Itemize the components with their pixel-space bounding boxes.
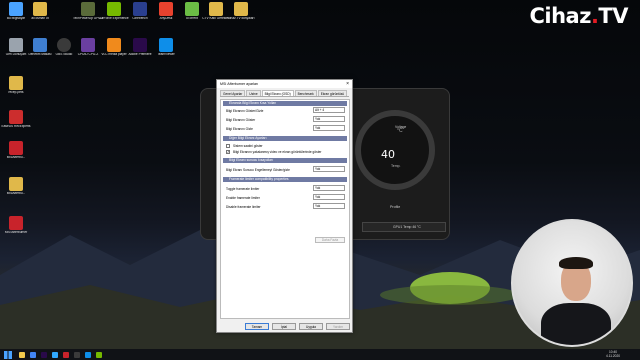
close-icon[interactable]: × <box>346 80 349 88</box>
dialog-buttons: Tamam İptal Uygula Yardım <box>245 323 353 330</box>
obs-icon[interactable] <box>73 351 80 358</box>
easeus-icon <box>9 110 23 124</box>
folder-icon <box>209 2 223 16</box>
temperature-gauge: °C 40 Temp. <box>355 110 435 190</box>
desktop-icon-teamviewer[interactable]: TeamViewer <box>151 38 181 66</box>
cihaz-tv-logo: Cihaz.TV <box>529 4 628 28</box>
section-other-osd: Diğer Bilgi Ekranı Ayarları <box>223 136 347 141</box>
dialog-titlebar[interactable]: MSI Afterburner ayarları × <box>217 80 352 88</box>
folder-icon <box>9 76 23 90</box>
presenter-hair <box>559 257 593 269</box>
desktop: Cihaz.TV Bu bilgisayar ali osman üt Tech… <box>0 0 640 349</box>
desktop-icon-msi-afterburner[interactable]: MSI Afterburner <box>1 216 31 244</box>
tab-general[interactable]: Genel Ayarlar <box>220 90 246 96</box>
file-explorer-icon[interactable] <box>18 351 25 358</box>
computer-icon <box>9 2 23 16</box>
presenter-shirt <box>541 303 611 345</box>
show-osd-in-capture-checkbox[interactable]: ✓ Bilgi Ekranını yakalanmış video ve ekra… <box>221 149 349 155</box>
desktop-icon-msi-1[interactable]: MSIAfterbu... <box>1 141 31 169</box>
premiere-icon <box>133 38 147 52</box>
control-panel-icon <box>33 38 47 52</box>
help-button[interactable]: Yardım <box>326 323 350 330</box>
cancel-button[interactable]: İptal <box>272 323 296 330</box>
tab-screenshot[interactable]: Ekran görüntüsü <box>317 90 348 96</box>
enable-limiter-hotkey-field[interactable]: Yok <box>313 194 345 200</box>
geforce-icon[interactable] <box>95 351 102 358</box>
folder-icon <box>33 2 47 16</box>
webcam-overlay <box>511 219 633 347</box>
dialog-title: MSI Afterburner ayarları <box>220 82 259 86</box>
disable-limiter-row: Disable framerate limiter Yok <box>221 202 349 211</box>
toggle-limiter-row: Toggle framerate limiter Yok <box>221 184 349 193</box>
geforce-icon <box>107 2 121 16</box>
section-framerate-limiter: Framerate limiter compatibility properti… <box>223 177 347 182</box>
anydesk-icon <box>159 2 173 16</box>
checkmark-icon: ✓ <box>226 150 230 154</box>
afterburner-icon[interactable] <box>62 351 69 358</box>
photoshop-icon[interactable] <box>51 351 58 358</box>
taskbar: 10:40 4.11.2020 <box>0 349 640 360</box>
profile-label: Profile <box>390 205 401 209</box>
tab-strip: Genel Ayarlar Ustne Bilgi Ekranı (OSD) B… <box>220 90 349 97</box>
desktop-icon-recep[interactable]: recep-pets <box>1 76 31 104</box>
tab-interface[interactable]: Ustne <box>246 90 261 96</box>
gpuz-icon <box>81 2 95 16</box>
osd-panel: Ekranda Bilgi Ekranı Kısa Yolları Bilgi … <box>220 99 350 319</box>
tab-benchmark[interactable]: Benchmark <box>294 90 317 96</box>
system-clock[interactable]: 10:40 4.11.2020 <box>606 350 620 358</box>
desktop-icon-easeus[interactable]: EaseUS RecExperts <box>1 110 31 138</box>
apply-button[interactable]: Uygula <box>299 323 323 330</box>
toggle-limiter-hotkey-field[interactable]: Yok <box>313 185 345 191</box>
section-server-hotkeys: Bilgi Ekranı sunucu kısayolları <box>223 158 347 163</box>
osd-hide-hotkey-field[interactable]: Yok <box>313 125 345 131</box>
teamviewer-icon[interactable] <box>84 351 91 358</box>
obs-icon <box>57 38 71 52</box>
teamviewer-icon <box>159 38 173 52</box>
folder-icon <box>9 177 23 191</box>
desktop-icon-cihaz-files[interactable]: Cihaz.TV dosyaları <box>226 2 256 30</box>
server-block-hotkey-field[interactable]: Yok <box>313 166 345 172</box>
osd-toggle-row: Bilgi Ekranını Göster/Gizle Alt + 4 <box>221 106 349 115</box>
osd-show-hotkey-field[interactable]: Yok <box>313 116 345 122</box>
premiere-icon[interactable] <box>40 351 47 358</box>
checkbox-box <box>226 144 230 148</box>
archive-icon <box>9 141 23 155</box>
folder-icon <box>234 2 248 16</box>
osd-toggle-hotkey-field[interactable]: Alt + 4 <box>313 107 345 113</box>
server-block-row: Bilgi Ekranı Sunucu Engellemeyi Göster/g… <box>221 165 349 174</box>
afterburner-icon <box>9 216 23 230</box>
osd-show-row: Bilgi Ekranını Göster Yok <box>221 115 349 124</box>
cpuz-icon <box>81 38 95 52</box>
windows-start-icon[interactable] <box>4 350 12 359</box>
settings-dialog: MSI Afterburner ayarları × Genel Ayarlar … <box>216 79 353 333</box>
vlc-icon <box>107 38 121 52</box>
voltage-label: Voltage <box>395 125 407 129</box>
disable-limiter-hotkey-field[interactable]: Yok <box>313 203 345 209</box>
tab-osd[interactable]: Bilgi Ekranı (OSD) <box>261 90 294 96</box>
chrome-icon[interactable] <box>29 351 36 358</box>
utorrent-icon <box>185 2 199 16</box>
osd-hide-row: Bilgi Ekranını Gizle Yok <box>221 124 349 133</box>
desktop-icon-folder[interactable]: ali osman üt <box>25 2 55 30</box>
cinebench-icon <box>133 2 147 16</box>
recycle-bin-icon <box>9 38 23 52</box>
desktop-icon-msi-2[interactable]: MSIAfterbu... <box>1 177 31 205</box>
enable-limiter-row: Enable framerate limiter Yok <box>221 193 349 202</box>
more-button[interactable]: Daha Fazla <box>315 237 345 243</box>
monitor-bar: GPU1 Temp 46 °C <box>362 222 446 232</box>
ok-button[interactable]: Tamam <box>245 323 269 330</box>
